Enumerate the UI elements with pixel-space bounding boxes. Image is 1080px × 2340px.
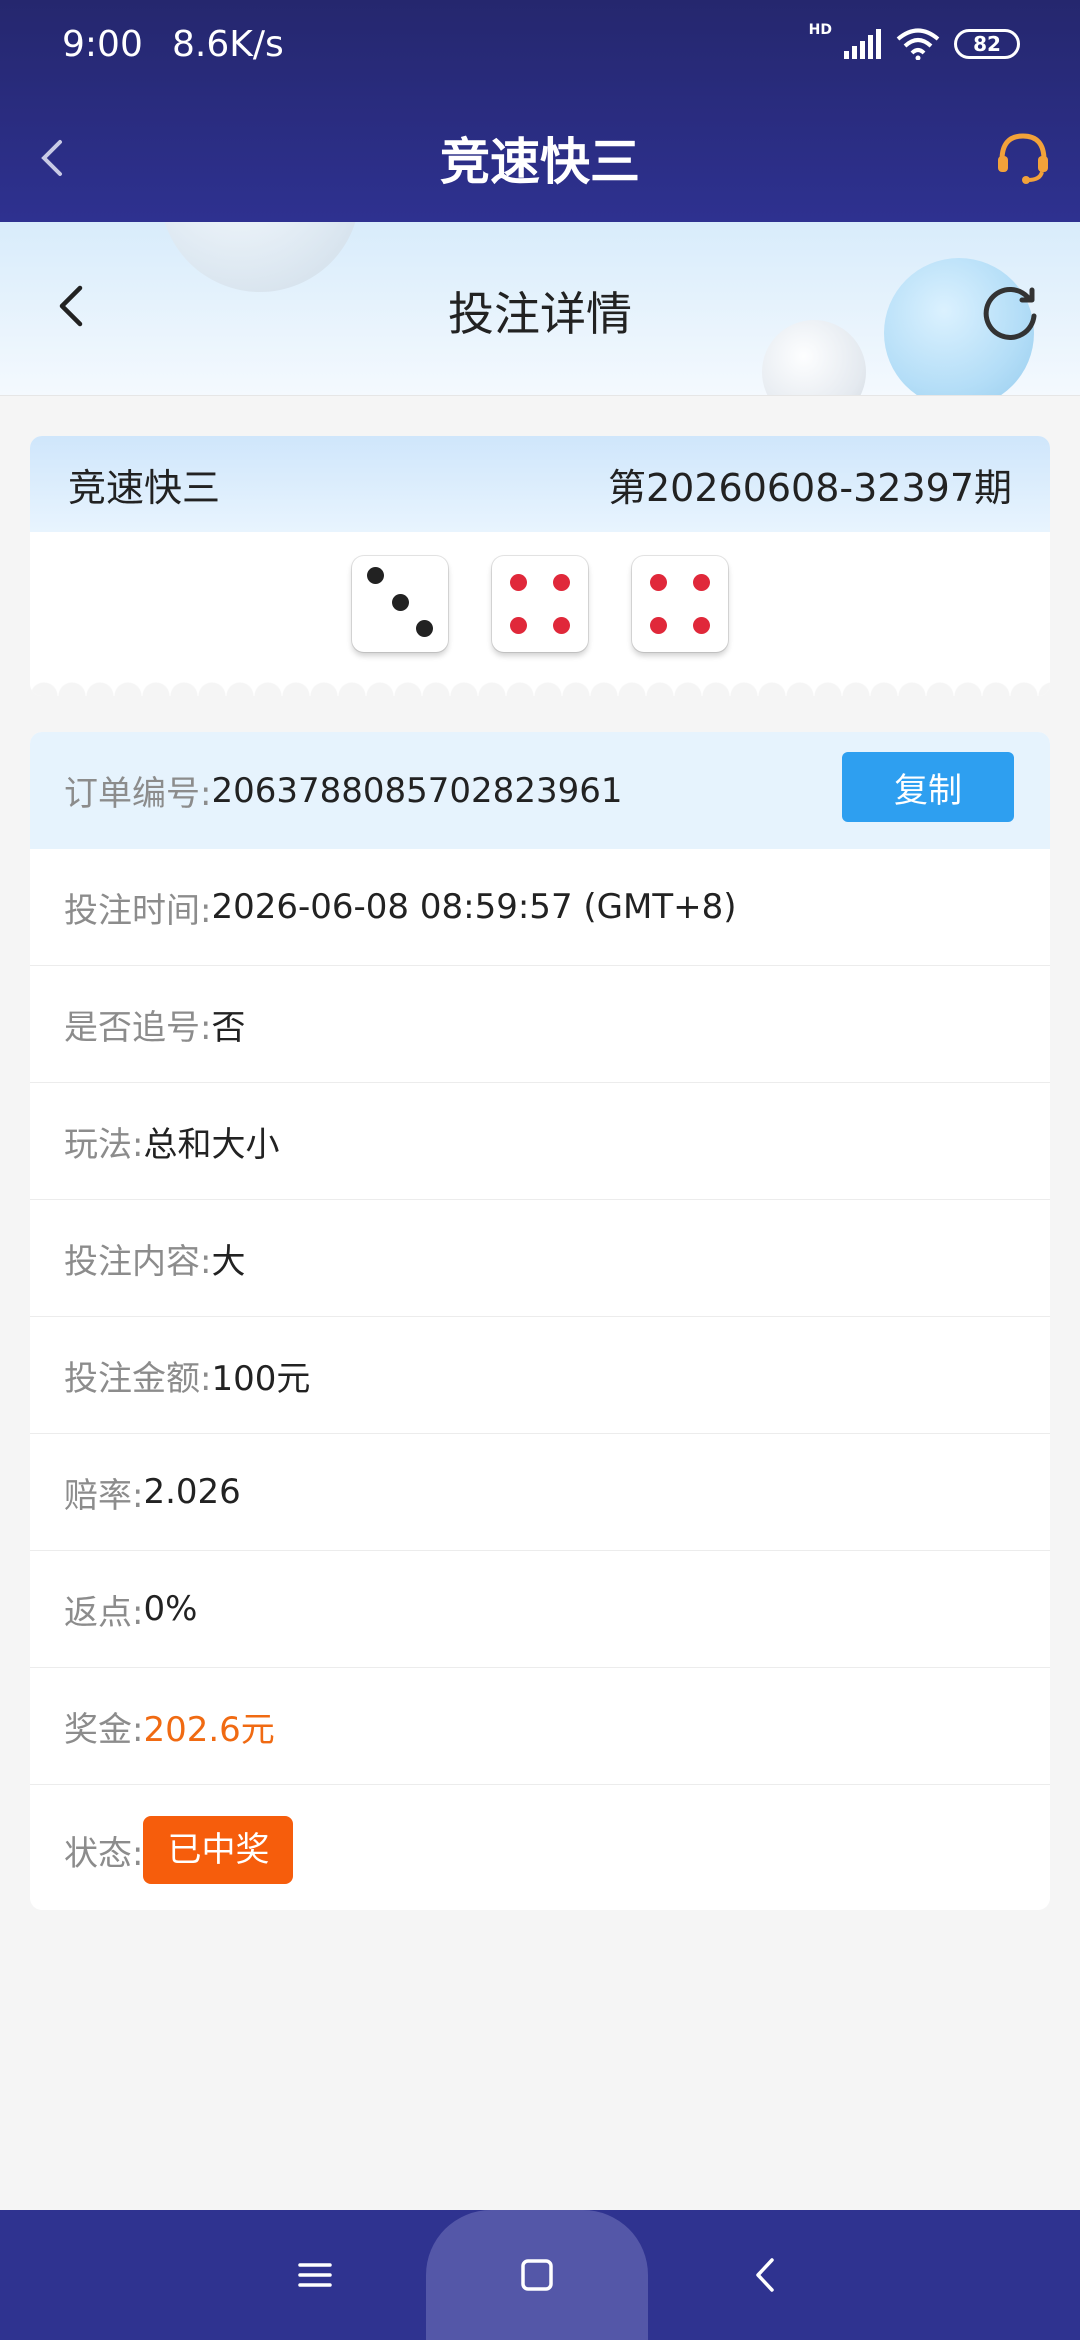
refresh-icon[interactable] <box>978 278 1042 342</box>
dice-row <box>30 556 1050 652</box>
battery-level: 82 <box>973 32 1001 56</box>
status-bar: 9:00 8.6K/s HD 82 <box>0 0 1080 98</box>
status-time: 9:00 <box>62 24 143 65</box>
bet-time-label: 投注时间: <box>64 890 212 931</box>
order-number-label: 订单编号: <box>64 774 212 814</box>
play-type-label: 玩法: <box>64 1124 144 1165</box>
die-pip <box>391 593 409 611</box>
die-pip <box>366 566 384 584</box>
die-face-4 <box>492 556 588 652</box>
die-pip <box>692 574 710 592</box>
signal-icon <box>844 29 881 59</box>
chase-value: 否 <box>211 1007 246 1048</box>
app-bar: 竞速快三 <box>0 98 1080 222</box>
bet-content-row: 投注内容: 大 <box>30 1200 1050 1317</box>
system-nav-bar <box>0 2210 1080 2340</box>
rebate-label: 返点: <box>64 1592 144 1633</box>
bet-details-card: 订单编号: 2063788085702823961 复制 投注时间: 2026-… <box>30 732 1050 1910</box>
odds-label: 赔率: <box>64 1475 144 1516</box>
app-title: 竞速快三 <box>440 133 640 191</box>
bet-content-label: 投注内容: <box>64 1241 212 1282</box>
die-pip <box>650 574 668 592</box>
menu-icon[interactable] <box>290 2250 340 2300</box>
die-face-4 <box>632 556 728 652</box>
die-pip <box>510 616 528 634</box>
prize-row: 奖金: 202.6元 <box>30 1668 1050 1785</box>
status-network-speed: 8.6K/s <box>172 24 284 65</box>
battery-icon: 82 <box>954 29 1020 59</box>
bet-amount-row: 投注金额: 100元 <box>30 1317 1050 1434</box>
prize-label: 奖金: <box>64 1709 144 1750</box>
lottery-result-card: 竞速快三 第20260608-32397期 <box>30 436 1050 696</box>
bet-time-row: 投注时间: 2026-06-08 08:59:57 (GMT+8) <box>30 849 1050 966</box>
headset-support-icon[interactable] <box>990 124 1056 190</box>
copy-button[interactable]: 复制 <box>842 752 1014 822</box>
status-badge: 已中奖 <box>143 1816 294 1884</box>
prize-value: 202.6元 <box>143 1709 275 1750</box>
die-pip <box>650 616 668 634</box>
sub-header: 投注详情 <box>0 222 1080 396</box>
status-icons: HD 82 <box>809 22 1020 60</box>
lottery-name: 竞速快三 <box>68 465 221 510</box>
odds-value: 2.026 <box>143 1472 241 1512</box>
play-type-row: 玩法: 总和大小 <box>30 1083 1050 1200</box>
die-pip <box>552 574 570 592</box>
page-title: 投注详情 <box>448 287 632 341</box>
status-label: 状态: <box>64 1833 144 1874</box>
rebate-value: 0% <box>143 1589 198 1629</box>
bet-amount-label: 投注金额: <box>64 1358 212 1399</box>
odds-row: 赔率: 2.026 <box>30 1434 1050 1551</box>
die-face-3 <box>352 556 448 652</box>
bet-time-value: 2026-06-08 08:59:57 (GMT+8) <box>211 887 737 927</box>
top-bar: 9:00 8.6K/s HD 82 竞速快三 <box>0 0 1080 222</box>
bet-content-value: 大 <box>211 1241 246 1282</box>
bet-amount-value: 100元 <box>211 1358 311 1399</box>
die-pip <box>692 616 710 634</box>
die-pip <box>510 574 528 592</box>
chase-row: 是否追号: 否 <box>30 966 1050 1083</box>
hd-indicator: HD <box>808 22 832 38</box>
order-number-row: 订单编号: 2063788085702823961 复制 <box>30 732 1050 849</box>
scallop-edge <box>30 682 1050 696</box>
chase-label: 是否追号: <box>64 1007 212 1048</box>
rebate-row: 返点: 0% <box>30 1551 1050 1668</box>
play-type-value: 总和大小 <box>143 1124 280 1165</box>
lottery-card-header: 竞速快三 第20260608-32397期 <box>30 436 1050 532</box>
lottery-issue: 第20260608-32397期 <box>607 465 1012 510</box>
status-row: 状态: 已中奖 <box>30 1785 1050 1910</box>
die-pip <box>416 620 434 638</box>
nav-back-icon[interactable] <box>740 2250 790 2300</box>
home-icon[interactable] <box>512 2250 562 2300</box>
order-number-value: 2063788085702823961 <box>211 770 623 811</box>
die-pip <box>552 616 570 634</box>
wifi-icon <box>896 28 940 60</box>
